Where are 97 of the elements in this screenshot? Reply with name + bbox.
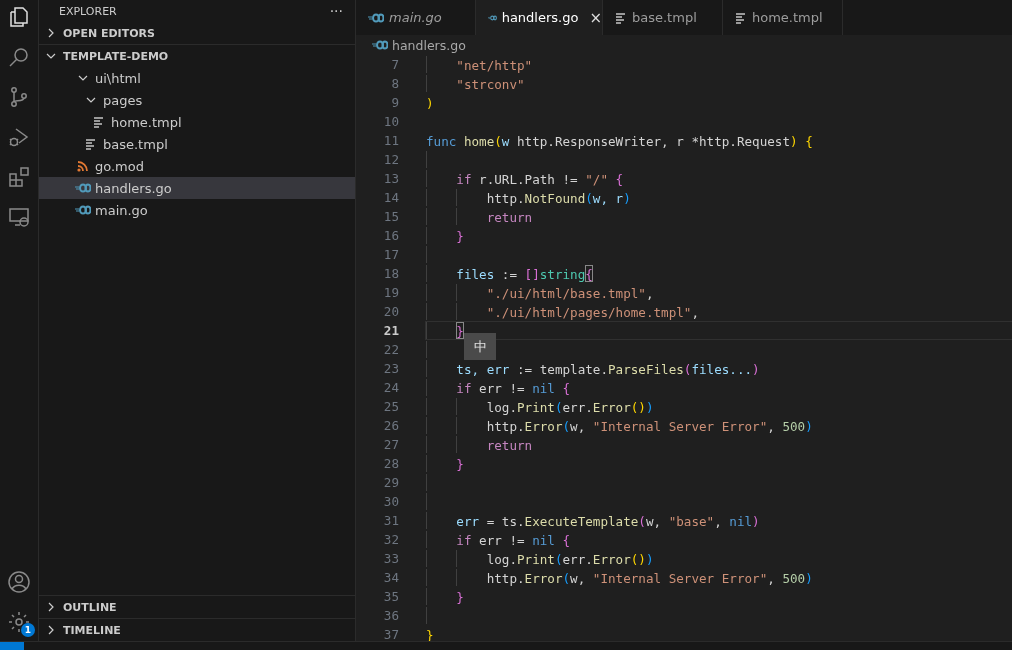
code-line: ) [425,95,435,112]
editor-tab[interactable]: handlers.go × [476,0,603,35]
chevron-right-icon[interactable] [46,28,56,38]
go-file-icon [368,12,384,23]
line-number: 36 [382,607,399,625]
code-line: return [425,435,1012,454]
section-header[interactable]: TEMPLATE-DEMO [39,44,355,67]
file-item[interactable]: go.mod [39,155,355,177]
line-number: 26 [382,417,399,435]
code-line: err = ts.ExecuteTemplate(w, "base", nil) [425,511,1012,530]
line-number: 37 [382,626,399,641]
activity-button[interactable] [7,4,31,30]
line-number: 16 [382,227,399,245]
code-line: http.NotFound(w, r) [425,188,1012,207]
go-file-icon [75,183,91,193]
go-file-icon [75,205,91,215]
code-line: } [425,226,1012,245]
explorer-title: EXPLORER [59,4,117,18]
line-number: 14 [382,189,399,207]
account-button[interactable] [7,569,31,595]
line-number: 11 [382,132,399,150]
section-header[interactable]: OPEN EDITORS [39,22,355,44]
code-line: "strconv" [425,74,1012,93]
line-number: 15 [382,208,399,226]
code-line: return [425,207,1012,226]
code-line: func home(w http.ResponseWriter, r *http.Request) { [425,133,814,150]
chevron-down-icon[interactable] [46,51,56,61]
folder-item[interactable]: pages [39,89,355,111]
code-line: if r.URL.Path != "/" { [425,169,1012,188]
file-item[interactable]: main.go [39,199,355,221]
chevron-right-icon[interactable] [46,625,56,635]
settings-button[interactable]: 1 [7,609,31,635]
go-file-icon [488,12,497,23]
line-number: 22 [382,341,399,359]
account-icon [7,570,31,594]
chevron-down-icon[interactable] [78,73,88,83]
go-file-icon [372,40,388,50]
search-icon [7,45,31,69]
remote-explorer-icon [7,205,31,229]
folder-item[interactable]: ui\html [39,67,355,89]
code-line: "./ui/html/pages/home.tmpl", [425,302,1012,321]
code-line: log.Print(err.Error()) [425,397,1012,416]
section-header[interactable]: OUTLINE [39,595,355,618]
line-number: 21 [382,322,399,340]
line-number: 20 [382,303,399,321]
code-line: } [425,587,1012,606]
extensions-icon [7,165,31,189]
code-line: files := []string{ [425,264,1012,283]
line-number: 10 [382,113,399,131]
line-number: 18 [382,265,399,283]
chevron-down-icon[interactable] [86,95,96,105]
code-line: if err != nil { [425,378,1012,397]
line-number: 34 [382,569,399,587]
settings-icon [7,610,31,634]
line-number: 8 [390,75,399,93]
file-item[interactable]: home.tmpl [39,111,355,133]
line-number: 7 [390,56,399,74]
code-line: http.Error(w, "Internal Server Error", 500) [425,568,1012,587]
rss-file-icon [77,160,89,172]
line-number: 23 [382,360,399,378]
lines-file-icon [93,116,105,128]
breadcrumb[interactable]: handlers.go [356,35,1012,55]
line-number: 32 [382,531,399,549]
line-number: 29 [382,474,399,492]
chevron-right-icon[interactable] [46,602,56,612]
run-debug-icon [7,125,31,149]
line-number: 33 [382,550,399,568]
line-number: 28 [382,455,399,473]
files-icon [7,5,31,29]
line-number: 24 [382,379,399,397]
code-line: } [425,321,1012,340]
more-actions-button[interactable]: ··· [329,3,343,19]
code-line: http.Error(w, "Internal Server Error", 500) [425,416,1012,435]
line-number: 13 [382,170,399,188]
line-number: 9 [390,94,399,112]
code-line: ts, err := template.ParseFiles(files...) [425,359,1012,378]
file-item[interactable]: base.tmpl [39,133,355,155]
line-number: 31 [382,512,399,530]
code-line: if err != nil { [425,530,1012,549]
notification-badge: 1 [21,623,35,637]
line-number: 17 [382,246,399,264]
line-number: 35 [382,588,399,606]
line-number: 27 [382,436,399,454]
line-number: 12 [382,151,399,169]
code-line: log.Print(err.Error()) [425,549,1012,568]
line-number: 30 [382,493,399,511]
code-line: "./ui/html/base.tmpl", [425,283,1012,302]
code-line: "net/http" [425,55,1012,74]
close-button[interactable]: × [589,8,602,27]
file-item[interactable]: handlers.go [39,177,355,199]
lines-file-icon [735,11,747,24]
lines-file-icon [85,138,97,150]
code-line: } [425,454,1012,473]
line-number: 19 [382,284,399,302]
ime-indicator: 中 [464,333,496,360]
lines-file-icon [615,11,627,24]
line-number: 25 [382,398,399,416]
